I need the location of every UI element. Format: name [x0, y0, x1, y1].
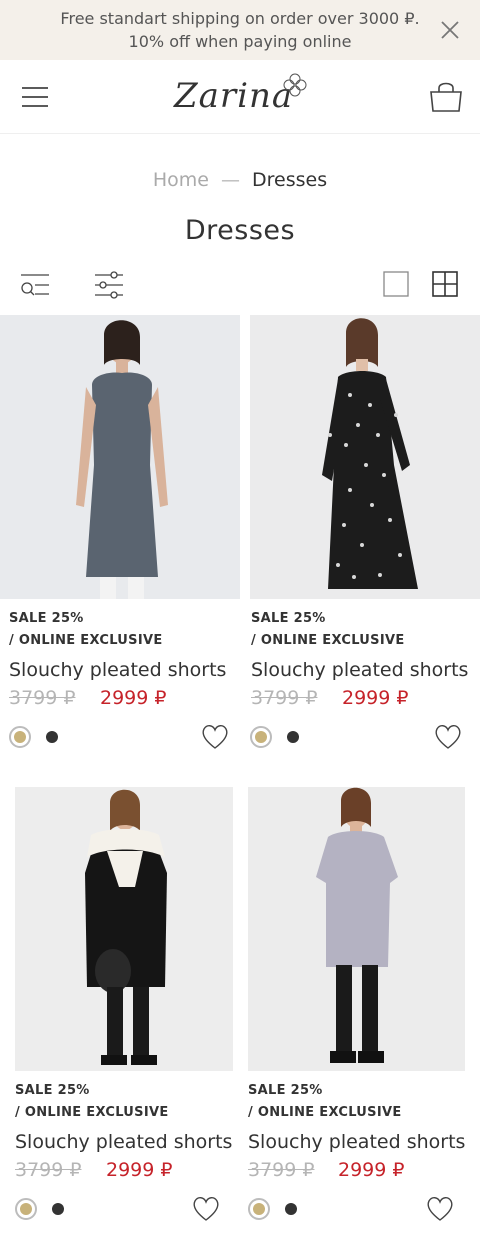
- hamburger-menu-icon[interactable]: [20, 82, 50, 112]
- close-icon[interactable]: [438, 18, 462, 42]
- exclusive-badge: / ONLINE EXCLUSIVE: [251, 633, 405, 648]
- product-card[interactable]: SALE 25% / ONLINE EXCLUSIVE Slouchy plea…: [0, 315, 240, 765]
- promo-banner: Free standart shipping on order over 300…: [0, 0, 480, 60]
- single-column-view-icon[interactable]: [382, 270, 410, 298]
- breadcrumb: Home — Dresses: [0, 166, 480, 194]
- old-price: 3799 ₽: [251, 687, 318, 709]
- shopping-bag-icon[interactable]: [428, 78, 464, 114]
- dress-shape: [86, 372, 158, 577]
- color-swatch[interactable]: [285, 1203, 297, 1215]
- heart-icon[interactable]: [434, 724, 462, 750]
- old-price: 3799 ₽: [248, 1159, 315, 1181]
- color-swatch-selected[interactable]: [9, 726, 31, 748]
- product-name[interactable]: Slouchy pleated shorts: [251, 659, 468, 681]
- exclusive-badge: / ONLINE EXCLUSIVE: [15, 1105, 169, 1120]
- swatch-dot: [253, 1203, 265, 1215]
- product-image[interactable]: [0, 315, 240, 599]
- sale-price: 2999 ₽: [100, 687, 167, 709]
- swatch-dot: [255, 731, 267, 743]
- logo-text: Zarina: [174, 76, 294, 116]
- breadcrumb-current: Dresses: [252, 169, 328, 191]
- product-image[interactable]: [15, 787, 233, 1071]
- exclusive-badge: / ONLINE EXCLUSIVE: [248, 1105, 402, 1120]
- sale-badge: SALE 25%: [251, 611, 326, 626]
- color-swatch[interactable]: [52, 1203, 64, 1215]
- page-title: Dresses: [184, 215, 296, 246]
- logo[interactable]: Zarina: [168, 70, 312, 126]
- product-card[interactable]: SALE 25% / ONLINE EXCLUSIVE Slouchy plea…: [248, 787, 468, 1237]
- exclusive-badge: / ONLINE EXCLUSIVE: [9, 633, 163, 648]
- heart-icon[interactable]: [426, 1196, 454, 1222]
- sale-price: 2999 ₽: [338, 1159, 405, 1181]
- sale-badge: SALE 25%: [248, 1083, 323, 1098]
- color-swatch-selected[interactable]: [248, 1198, 270, 1220]
- product-name[interactable]: Slouchy pleated shorts: [248, 1131, 465, 1153]
- product-name[interactable]: Slouchy pleated shorts: [9, 659, 226, 681]
- color-swatch-selected[interactable]: [250, 726, 272, 748]
- color-swatch[interactable]: [287, 731, 299, 743]
- swatch-dot: [14, 731, 26, 743]
- site-header: Zarina: [0, 60, 480, 134]
- sale-price: 2999 ₽: [342, 687, 409, 709]
- heart-icon[interactable]: [201, 724, 229, 750]
- swatch-dot: [20, 1203, 32, 1215]
- color-swatch[interactable]: [46, 731, 58, 743]
- old-price: 3799 ₽: [15, 1159, 82, 1181]
- search-filter-icon[interactable]: [20, 270, 50, 300]
- product-image[interactable]: [250, 315, 480, 599]
- old-price: 3799 ₽: [9, 687, 76, 709]
- breadcrumb-home-link[interactable]: Home: [153, 169, 209, 191]
- product-image[interactable]: [248, 787, 465, 1071]
- promo-line-discount: 10% off when paying online: [128, 32, 352, 51]
- sale-badge: SALE 25%: [15, 1083, 90, 1098]
- promo-text: Free standart shipping on order over 300…: [30, 7, 450, 53]
- promo-line-shipping: Free standart shipping on order over 300…: [60, 9, 420, 28]
- breadcrumb-separator: —: [221, 169, 240, 191]
- grid-view-icon[interactable]: [431, 270, 459, 298]
- sale-badge: SALE 25%: [9, 611, 84, 626]
- product-name[interactable]: Slouchy pleated shorts: [15, 1131, 232, 1153]
- product-card[interactable]: SALE 25% / ONLINE EXCLUSIVE Slouchy plea…: [15, 787, 235, 1237]
- color-swatch-selected[interactable]: [15, 1198, 37, 1220]
- heart-icon[interactable]: [192, 1196, 220, 1222]
- sale-price: 2999 ₽: [106, 1159, 173, 1181]
- product-card[interactable]: SALE 25% / ONLINE EXCLUSIVE Slouchy plea…: [250, 315, 480, 765]
- sliders-icon[interactable]: [94, 270, 124, 300]
- dress-shape: [316, 831, 398, 967]
- flower-icon: [283, 73, 307, 97]
